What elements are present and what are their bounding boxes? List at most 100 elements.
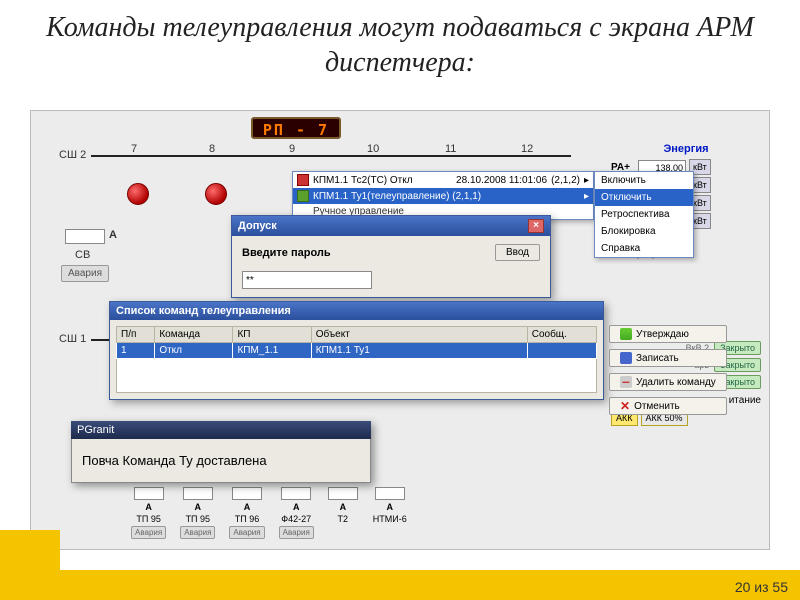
btn-label: Удалить команду bbox=[636, 377, 716, 388]
context-menu-item-ts[interactable]: КПМ1.1 Тс2(ТС) Откл 28.10.2008 11:01:06 … bbox=[293, 172, 593, 188]
ctx-timestamp: 28.10.2008 11:01:06 bbox=[456, 175, 547, 186]
alarm-button[interactable]: Авария bbox=[279, 526, 314, 539]
alarm-button[interactable]: Авария bbox=[180, 526, 215, 539]
node-12: 12 bbox=[521, 143, 533, 155]
table-empty-area bbox=[116, 359, 597, 393]
btn-label: Утверждаю bbox=[636, 329, 689, 340]
dialog-titlebar[interactable]: Допуск × bbox=[232, 216, 550, 236]
cancel-icon: ✕ bbox=[620, 400, 630, 412]
submenu-item-retro[interactable]: Ретроспектива bbox=[595, 206, 693, 223]
notification-dialog: PGranit Повча Команда Ту доставлена bbox=[71, 421, 371, 483]
dialog-titlebar[interactable]: Список команд телеуправления bbox=[110, 302, 603, 320]
alarm-button[interactable]: Авария bbox=[131, 526, 166, 539]
scada-mimic-panel: РП - 7 СШ 2 7 8 9 10 11 12 А СВ Авария С… bbox=[30, 110, 770, 550]
alarm-button-sv[interactable]: Авария bbox=[61, 265, 109, 282]
col-header[interactable]: КП bbox=[233, 327, 311, 343]
access-dialog: Допуск × Введите пароль Ввод bbox=[231, 215, 551, 298]
status-icon bbox=[297, 190, 309, 202]
feeder-name: НТМИ-6 bbox=[373, 514, 407, 524]
command-list-dialog: Список команд телеуправления П/п Команда… bbox=[109, 301, 604, 400]
amp-label: А bbox=[340, 502, 347, 512]
btn-label: Записать bbox=[636, 353, 679, 364]
current-meter-sv bbox=[65, 229, 105, 244]
delete-command-button[interactable]: Удалить команду bbox=[609, 373, 727, 391]
check-icon bbox=[620, 328, 632, 340]
busbar-1-label: СШ 1 bbox=[59, 333, 86, 345]
feeder-tp95b[interactable]: А ТП 95 Авария bbox=[180, 487, 215, 539]
amp-label: А bbox=[386, 502, 393, 512]
amp-label: А bbox=[145, 502, 152, 512]
feeder-name: ТП 95 bbox=[136, 514, 160, 524]
busbar-2-label: СШ 2 bbox=[59, 149, 86, 161]
context-menu-item-tu[interactable]: КПМ1.1 Ту1(телеуправление) (2,1,1) ▸ bbox=[293, 188, 593, 204]
close-icon[interactable]: × bbox=[528, 219, 544, 233]
feeder-row: А ТП 95 Авария А ТП 95 Авария А ТП 96 Ав… bbox=[131, 487, 408, 539]
led-display: РП - 7 bbox=[251, 117, 341, 139]
cancel-button[interactable]: ✕ Отменить bbox=[609, 397, 727, 415]
ctx-coords: (2,1,2) bbox=[551, 175, 580, 186]
amp-label: А bbox=[195, 502, 202, 512]
submenu-item-off[interactable]: Отключить bbox=[595, 189, 693, 206]
dialog-title: Список команд телеуправления bbox=[116, 305, 291, 317]
command-table: П/п Команда КП Объект Сообщ. 1 Откл КПМ_… bbox=[116, 326, 597, 359]
node-9: 9 bbox=[289, 143, 295, 155]
feeder-name: Ф42-27 bbox=[281, 514, 311, 524]
submenu-item-block[interactable]: Блокировка bbox=[595, 223, 693, 240]
ctx-text: КПМ1.1 Ту1(телеуправление) (2,1,1) bbox=[313, 191, 481, 202]
approve-button[interactable]: Утверждаю bbox=[609, 325, 727, 343]
col-header[interactable]: Команда bbox=[155, 327, 233, 343]
busbar-2 bbox=[91, 155, 571, 157]
enter-button[interactable]: Ввод bbox=[495, 244, 540, 261]
cell bbox=[527, 343, 596, 359]
chevron-right-icon: ▸ bbox=[584, 191, 589, 202]
page-number: 20 из 55 bbox=[735, 579, 788, 595]
sv-label: СВ bbox=[75, 249, 90, 261]
col-header[interactable]: Объект bbox=[311, 327, 527, 343]
feeder-meter bbox=[281, 487, 311, 500]
feeder-tp95[interactable]: А ТП 95 Авария bbox=[131, 487, 166, 539]
feeder-meter bbox=[134, 487, 164, 500]
save-button[interactable]: Записать bbox=[609, 349, 727, 367]
node-10: 10 bbox=[367, 143, 379, 155]
context-menu[interactable]: КПМ1.1 Тс2(ТС) Откл 28.10.2008 11:01:06 … bbox=[292, 171, 594, 220]
feeder-meter bbox=[232, 487, 262, 500]
password-prompt: Введите пароль bbox=[242, 247, 331, 259]
breaker-indicator-8[interactable] bbox=[205, 183, 227, 205]
amp-label: А bbox=[244, 502, 251, 512]
feeder-name: Т2 bbox=[338, 514, 349, 524]
command-buttons: Утверждаю Записать Удалить команду ✕ Отме… bbox=[609, 325, 727, 415]
feeder-meter bbox=[183, 487, 213, 500]
password-input[interactable] bbox=[242, 271, 372, 289]
cell: КПМ1.1 Ту1 bbox=[311, 343, 527, 359]
breaker-indicator-7[interactable] bbox=[127, 183, 149, 205]
feeder-name: ТП 96 bbox=[235, 514, 259, 524]
submenu-item-help[interactable]: Справка bbox=[595, 240, 693, 257]
node-8: 8 bbox=[209, 143, 215, 155]
ctx-text: КПМ1.1 Тс2(ТС) Откл bbox=[313, 175, 413, 186]
btn-label: Отменить bbox=[634, 401, 680, 412]
cell: Откл bbox=[155, 343, 233, 359]
status-icon bbox=[297, 174, 309, 186]
feeder-tp96[interactable]: А ТП 96 Авария bbox=[229, 487, 264, 539]
footer-bar bbox=[0, 570, 800, 600]
submenu-item-on[interactable]: Включить bbox=[595, 172, 693, 189]
feeder-f42[interactable]: А Ф42-27 Авария bbox=[279, 487, 314, 539]
feeder-meter bbox=[375, 487, 405, 500]
node-11: 11 bbox=[445, 143, 456, 155]
feeder-name: ТП 95 bbox=[186, 514, 210, 524]
notification-title[interactable]: PGranit bbox=[71, 421, 371, 439]
feeder-t2[interactable]: А Т2 400/5 bbox=[328, 487, 358, 539]
col-header[interactable]: Сообщ. bbox=[527, 327, 596, 343]
dialog-title: Допуск bbox=[238, 220, 277, 232]
feeder-ntmi6[interactable]: А НТМИ-6 ЗЕМЛЯ bbox=[372, 487, 408, 539]
col-header[interactable]: П/п bbox=[117, 327, 155, 343]
context-submenu[interactable]: Включить Отключить Ретроспектива Блокиро… bbox=[594, 171, 694, 258]
delete-icon bbox=[620, 376, 632, 388]
node-7: 7 bbox=[131, 143, 137, 155]
table-row[interactable]: 1 Откл КПМ_1.1 КПМ1.1 Ту1 bbox=[117, 343, 597, 359]
slide-title: Команды телеуправления могут подаваться … bbox=[0, 0, 800, 86]
cell: 1 bbox=[117, 343, 155, 359]
save-icon bbox=[620, 352, 632, 364]
amp-label: А bbox=[293, 502, 300, 512]
alarm-button[interactable]: Авария bbox=[229, 526, 264, 539]
